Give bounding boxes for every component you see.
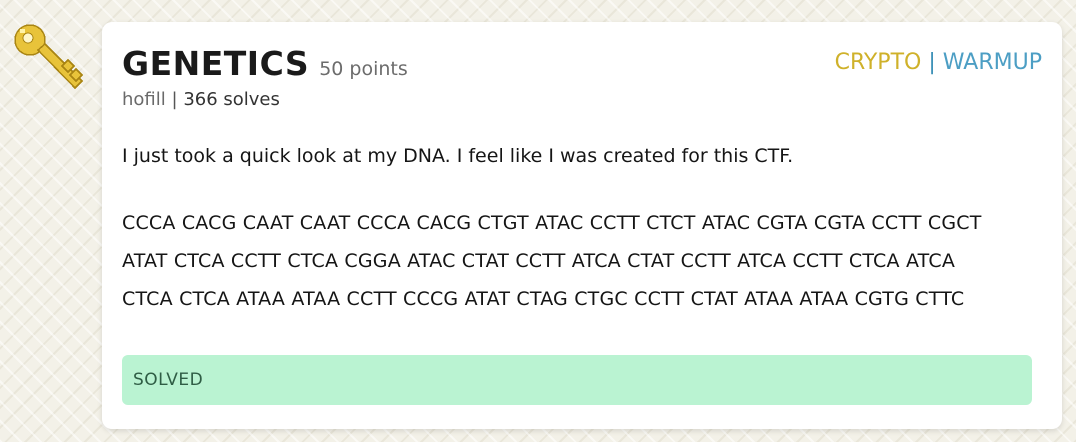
challenge-tags: CRYPTO | WARMUP xyxy=(835,50,1042,75)
tag-crypto[interactable]: CRYPTO xyxy=(835,50,922,75)
challenge-points: 50 points xyxy=(319,58,408,80)
meta-separator: | xyxy=(171,89,178,110)
dna-sequence-line: CTCA CTCA ATAA ATAA CCTT CCCG ATAT CTAG … xyxy=(122,288,965,310)
author-name: hofill xyxy=(122,89,166,110)
tag-divider: | xyxy=(928,50,936,75)
dna-sequence-line: CCCA CACG CAAT CAAT CCCA CACG CTGT ATAC … xyxy=(122,212,982,234)
solved-status-label: SOLVED xyxy=(133,370,204,390)
description-intro: I just took a quick look at my DNA. I fe… xyxy=(122,145,794,167)
challenge-title: GENETICS xyxy=(122,44,310,83)
challenge-card: GENETICS 50 points hofill | 366 solves C… xyxy=(102,22,1062,429)
tag-warmup[interactable]: WARMUP xyxy=(943,50,1042,75)
solve-count: 366 solves xyxy=(183,89,280,110)
solved-status-bar: SOLVED xyxy=(122,355,1032,405)
challenge-description: I just took a quick look at my DNA. I fe… xyxy=(122,141,1042,318)
dna-sequence-line: ATAT CTCA CCTT CTCA CGGA ATAC CTAT CCTT … xyxy=(122,250,956,272)
key-icon xyxy=(14,24,84,90)
challenge-meta: hofill | 366 solves xyxy=(122,89,280,110)
title-row: GENETICS 50 points xyxy=(122,44,408,83)
